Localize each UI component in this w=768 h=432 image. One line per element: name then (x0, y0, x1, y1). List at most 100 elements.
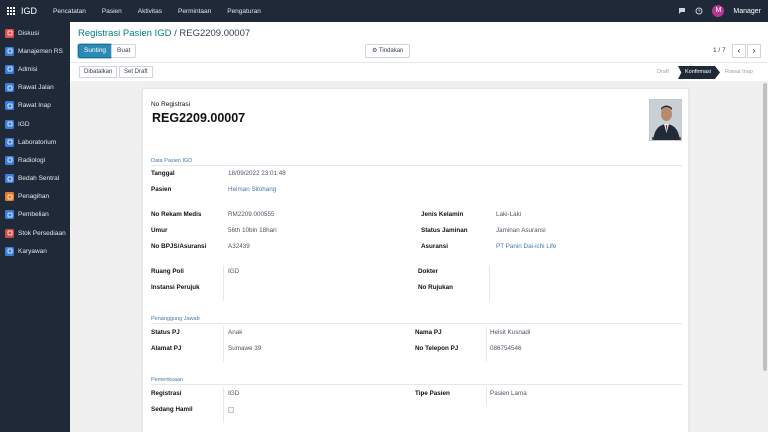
ruang-poli-field[interactable]: IGD (228, 268, 239, 275)
field-divider (486, 326, 487, 362)
pager-value[interactable]: 1 / 7 (713, 47, 726, 54)
stage-konfirmasi[interactable]: Konfirmasi (678, 66, 720, 79)
apps-menu-icon[interactable] (7, 7, 15, 15)
sidebar-item-label: Stok Persediaan (18, 229, 66, 237)
sidebar-item-rawat-inap[interactable]: Rawat Inap (0, 97, 70, 115)
tanggal-label: Tanggal (151, 170, 175, 177)
menu-pencatatan[interactable]: Pencatatan (53, 8, 86, 15)
invoice-icon (5, 192, 14, 202)
radiology-icon (5, 155, 14, 165)
sidebar-item-label: Laboratorium (18, 138, 57, 146)
scrollbar[interactable] (762, 81, 768, 432)
pager-next-button[interactable]: › (747, 44, 761, 58)
create-button[interactable]: Buat (111, 44, 137, 58)
dokter-label: Dokter (418, 268, 438, 275)
sidebar-item-penagihan[interactable]: Penagihan (0, 188, 70, 206)
top-menu: Pencatatan Pasien Aktivitas Permintaan P… (53, 8, 277, 15)
sidebar-item-laboratorium[interactable]: Laboratorium (0, 133, 70, 151)
scrollbar-thumb[interactable] (763, 83, 767, 371)
section-divider (151, 323, 682, 324)
registrasi-field[interactable]: IGD (228, 390, 239, 397)
nama-pj-label: Nama PJ (415, 329, 442, 336)
sidebar-item-label: IGD (18, 120, 30, 128)
bpjs-field[interactable]: A32439 (228, 243, 250, 250)
action-button[interactable]: ⚙ Tindakan (365, 44, 411, 58)
sidebar-item-label: Penagihan (18, 193, 50, 201)
pasien-field[interactable]: Helman Sitohang (228, 186, 276, 193)
sidebar-item-admisi[interactable]: Admisi (0, 60, 70, 78)
umur-field[interactable]: 56th 10bln 18hari (228, 227, 277, 234)
patient-photo[interactable] (649, 99, 682, 141)
stage-rawat-inap[interactable]: Rawat Inap (725, 66, 753, 79)
pasien-label: Pasien (151, 186, 172, 193)
sidebar-item-radiologi[interactable]: Radiologi (0, 151, 70, 169)
outpatient-icon (5, 83, 14, 93)
set-draft-button[interactable]: Set Draft (119, 66, 153, 78)
action-label: Tindakan (378, 48, 404, 54)
sidebar-item-label: Bedah Sentral (18, 175, 60, 183)
pager-previous-button[interactable]: ‹ (732, 44, 746, 58)
telepon-pj-field[interactable]: 086754546 (490, 345, 522, 352)
sedang-hamil-label: Sedang Hamil (151, 406, 193, 413)
messages-icon[interactable] (678, 7, 686, 15)
field-divider (486, 387, 487, 405)
sidebar-item-label: Rawat Inap (18, 102, 51, 110)
hospital-icon (5, 46, 14, 56)
sidebar-item-igd[interactable]: IGD (0, 115, 70, 133)
status-jaminan-field[interactable]: Jaminan Asuransi (496, 227, 546, 234)
tipe-pasien-field[interactable]: Pasien Lama (490, 390, 527, 397)
stock-icon (5, 228, 14, 238)
tipe-pasien-label: Tipe Pasien (415, 390, 450, 397)
sidebar-item-rawat-jalan[interactable]: Rawat Jalan (0, 79, 70, 97)
breadcrumb-parent[interactable]: Registrasi Pasien IGD (78, 28, 171, 39)
avatar[interactable]: M (712, 5, 725, 17)
field-divider (489, 265, 490, 301)
sidebar-item-manajemen-rs[interactable]: Manajemen RS (0, 42, 70, 60)
form-view: No Registrasi REG2209.00007 Data Pasien … (70, 81, 762, 432)
user-name[interactable]: Manager (733, 8, 761, 15)
sidebar-item-diskusi[interactable]: Diskusi (0, 24, 70, 42)
app-brand[interactable]: IGD (21, 6, 37, 16)
status-jaminan-label: Status Jaminan (421, 227, 468, 234)
telepon-pj-label: No Telepon PJ (415, 345, 459, 352)
status-pj-label: Status PJ (151, 329, 180, 336)
cancel-button[interactable]: Dibatalkan (79, 66, 118, 78)
instansi-perujuk-label: Instansi Perujuk (151, 284, 200, 291)
menu-permintaan[interactable]: Permintaan (178, 8, 211, 15)
sidebar-item-bedah-sentral[interactable]: Bedah Sentral (0, 170, 70, 188)
section-divider (151, 165, 682, 166)
section-pemeriksaan: Pemeriksaan (151, 377, 184, 383)
asuransi-label: Asuransi (421, 243, 448, 250)
sidebar-item-karyawan[interactable]: Karyawan (0, 242, 70, 260)
sidebar-item-pembelian[interactable]: Pembelian (0, 206, 70, 224)
menu-pengaturan[interactable]: Pengaturan (227, 8, 261, 15)
alamat-pj-field[interactable]: Sumawe 39 (228, 345, 261, 352)
rekam-medis-field[interactable]: RM2209.000555 (228, 211, 275, 218)
stage-draft[interactable]: Draft (657, 66, 669, 79)
menu-pasien[interactable]: Pasien (102, 8, 122, 15)
emergency-icon (5, 119, 14, 129)
edit-button[interactable]: Sunting (78, 44, 113, 58)
ruang-poli-label: Ruang Poli (151, 268, 184, 275)
sidebar-item-label: Admisi (18, 65, 38, 73)
rekam-medis-label: No Rekam Medis (151, 211, 202, 218)
status-pj-field[interactable]: Anak (228, 329, 242, 336)
sidebar-item-stok-persediaan[interactable]: Stok Persediaan (0, 224, 70, 242)
no-rujukan-label: No Rujukan (418, 284, 453, 291)
alamat-pj-label: Alamat PJ (151, 345, 182, 352)
no-registrasi-value: REG2209.00007 (152, 111, 246, 125)
tanggal-field[interactable]: 18/09/2022 23:01:48 (228, 170, 286, 177)
employees-icon (5, 246, 14, 256)
chevron-left-icon: ‹ (737, 46, 741, 55)
topbar-right: M Manager (678, 5, 761, 17)
activity-clock-icon[interactable] (695, 7, 703, 15)
nama-pj-field[interactable]: Helsit Kusnadi (490, 329, 530, 336)
asuransi-field[interactable]: PT Panin Dai-ichi Life (496, 243, 556, 250)
jenis-kelamin-field[interactable]: Laki-Laki (496, 211, 521, 218)
menu-aktivitas[interactable]: Aktivitas (138, 8, 162, 15)
sedang-hamil-checkbox[interactable] (228, 407, 234, 413)
status-bar: Dibatalkan Set Draft Draft Konfirmasi Ra… (70, 62, 768, 81)
sidebar-item-label: Rawat Jalan (18, 84, 54, 92)
breadcrumb-current: REG2209.00007 (179, 28, 251, 39)
admission-icon (5, 64, 14, 74)
